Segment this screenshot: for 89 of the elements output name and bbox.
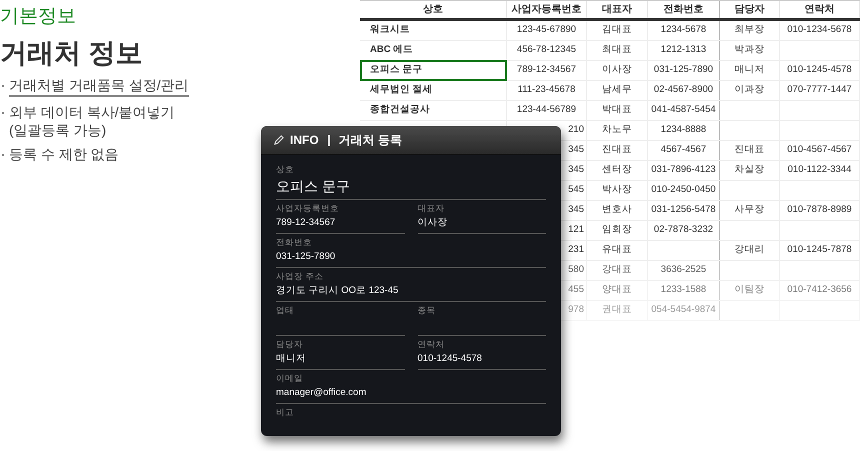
contact-number-cell: 070-7777-1447 — [780, 81, 860, 100]
business-number-cell: 456-78-12345 — [507, 41, 587, 60]
field-value[interactable]: 매니저 — [276, 351, 306, 366]
contact-person-cell: 진대표 — [720, 141, 780, 160]
page-title: 거래처 정보 — [0, 37, 143, 70]
phone-cell: 041-4587-5454 — [648, 101, 720, 120]
representative-cell: 변호사 — [587, 201, 648, 220]
contact-person-cell: 매니저 — [720, 61, 780, 80]
contact-person-cell: 최부장 — [720, 21, 780, 40]
contact-person-cell: 이과장 — [720, 81, 780, 100]
dialog-tag: INFO — [290, 131, 319, 149]
field-label: 담당자 — [276, 338, 303, 351]
representative-cell: 박대표 — [587, 101, 648, 120]
column-header: 담당자 — [720, 1, 780, 18]
phone-cell: 031-1256-5478 — [648, 201, 720, 220]
bullet-text: 외부 데이터 복사/붙여넣기 (일괄등록 가능) — [9, 103, 175, 139]
phone-cell: 010-2450-0450 — [648, 181, 720, 200]
field-label: 대표자 — [418, 202, 444, 215]
field-value[interactable]: 031-125-7890 — [276, 249, 336, 264]
contact-number-cell: 010-1122-3344 — [780, 161, 860, 180]
business-number-cell: 111-23-45678 — [507, 81, 587, 100]
pencil-icon — [273, 134, 284, 146]
contact-person-cell: 박과장 — [720, 41, 780, 60]
field-value[interactable]: 이사장 — [418, 215, 448, 230]
bullet-text: 거래처별 거래품목 설정/관리 — [9, 76, 189, 97]
field-value[interactable]: 경기도 구리시 OO로 123-45 — [276, 283, 398, 298]
representative-cell: 강대표 — [587, 261, 648, 280]
column-header: 대표자 — [587, 1, 648, 18]
phone-cell: 3636-2525 — [648, 261, 720, 280]
field-label: 비고 — [276, 406, 294, 419]
section-label: 기본정보 — [0, 5, 76, 29]
contact-number-cell: 010-1245-4578 — [780, 61, 860, 80]
contact-person-cell: 차실장 — [720, 161, 780, 180]
business-number-cell: 789-12-34567 — [507, 61, 587, 80]
contact-number-cell: 010-7878-8989 — [780, 201, 860, 220]
representative-cell: 박사장 — [587, 181, 648, 200]
representative-cell: 김대표 — [587, 21, 648, 40]
phone-cell: 1234-5678 — [648, 21, 720, 40]
phone-cell: 02-7878-3232 — [648, 221, 720, 240]
phone-cell: 031-7896-4123 — [648, 161, 720, 180]
representative-cell: 이사장 — [587, 61, 648, 80]
phone-cell: 1212-1313 — [648, 41, 720, 60]
field-value[interactable]: 010-1245-4578 — [418, 351, 482, 366]
representative-cell: 차노무 — [587, 121, 648, 140]
column-header: 연락처 — [780, 1, 860, 18]
bullet-text: 등록 수 제한 없음 — [9, 145, 119, 163]
field-label: 전화번호 — [276, 236, 312, 249]
contact-person-cell: 사무장 — [720, 201, 780, 220]
representative-cell: 양대표 — [587, 281, 648, 300]
column-header: 상호 — [360, 1, 507, 18]
company-cell: 워크시트 — [360, 21, 507, 40]
representative-cell: 유대표 — [587, 241, 648, 260]
field-label: 연락처 — [418, 338, 444, 351]
field-label: 종목 — [418, 304, 436, 317]
contact-number-cell: 010-7412-3656 — [780, 281, 860, 300]
business-number-cell: 123-45-67890 — [507, 21, 587, 40]
company-cell: 종합건설공사 — [360, 101, 507, 120]
phone-cell: 1234-8888 — [648, 121, 720, 140]
contact-person-cell: 이팀장 — [720, 281, 780, 300]
representative-cell: 임회장 — [587, 221, 648, 240]
representative-cell: 권대표 — [587, 301, 648, 320]
business-number-cell: 123-44-56789 — [507, 101, 587, 120]
dialog-title: 거래처 등록 — [338, 132, 402, 149]
phone-cell: 4567-4567 — [648, 141, 720, 160]
field-label: 이메일 — [276, 372, 303, 385]
contact-number-cell: 010-1234-5678 — [780, 21, 860, 40]
representative-cell: 남세무 — [587, 81, 648, 100]
representative-cell: 최대표 — [587, 41, 648, 60]
representative-cell: 진대표 — [587, 141, 648, 160]
field-value[interactable]: manager@office.com — [276, 385, 366, 400]
field-value[interactable]: 789-12-34567 — [276, 215, 336, 230]
phone-cell: 054-5454-9874 — [648, 301, 720, 320]
phone-cell: 02-4567-8900 — [648, 81, 720, 100]
company-cell: 오피스 문구 — [360, 60, 507, 81]
field-label: 사업장 주소 — [276, 270, 324, 283]
contact-number-cell: 010-4567-4567 — [780, 141, 860, 160]
representative-cell: 센터장 — [587, 161, 648, 180]
field-label: 상호 — [276, 163, 294, 176]
field-value[interactable]: 오피스 문구 — [276, 176, 350, 196]
column-header: 사업자등록번호 — [507, 1, 587, 18]
field-label: 업태 — [276, 304, 294, 317]
phone-cell: 1233-1588 — [648, 281, 720, 300]
company-cell: 세무법인 절세 — [360, 81, 507, 100]
contact-number-cell: 010-1245-7878 — [780, 241, 860, 260]
phone-cell: 031-125-7890 — [648, 61, 720, 80]
contact-person-cell: 강대리 — [720, 241, 780, 260]
company-cell: ABC 에드 — [360, 41, 507, 60]
column-header: 전화번호 — [648, 1, 720, 18]
field-label: 사업자등록번호 — [276, 202, 339, 215]
